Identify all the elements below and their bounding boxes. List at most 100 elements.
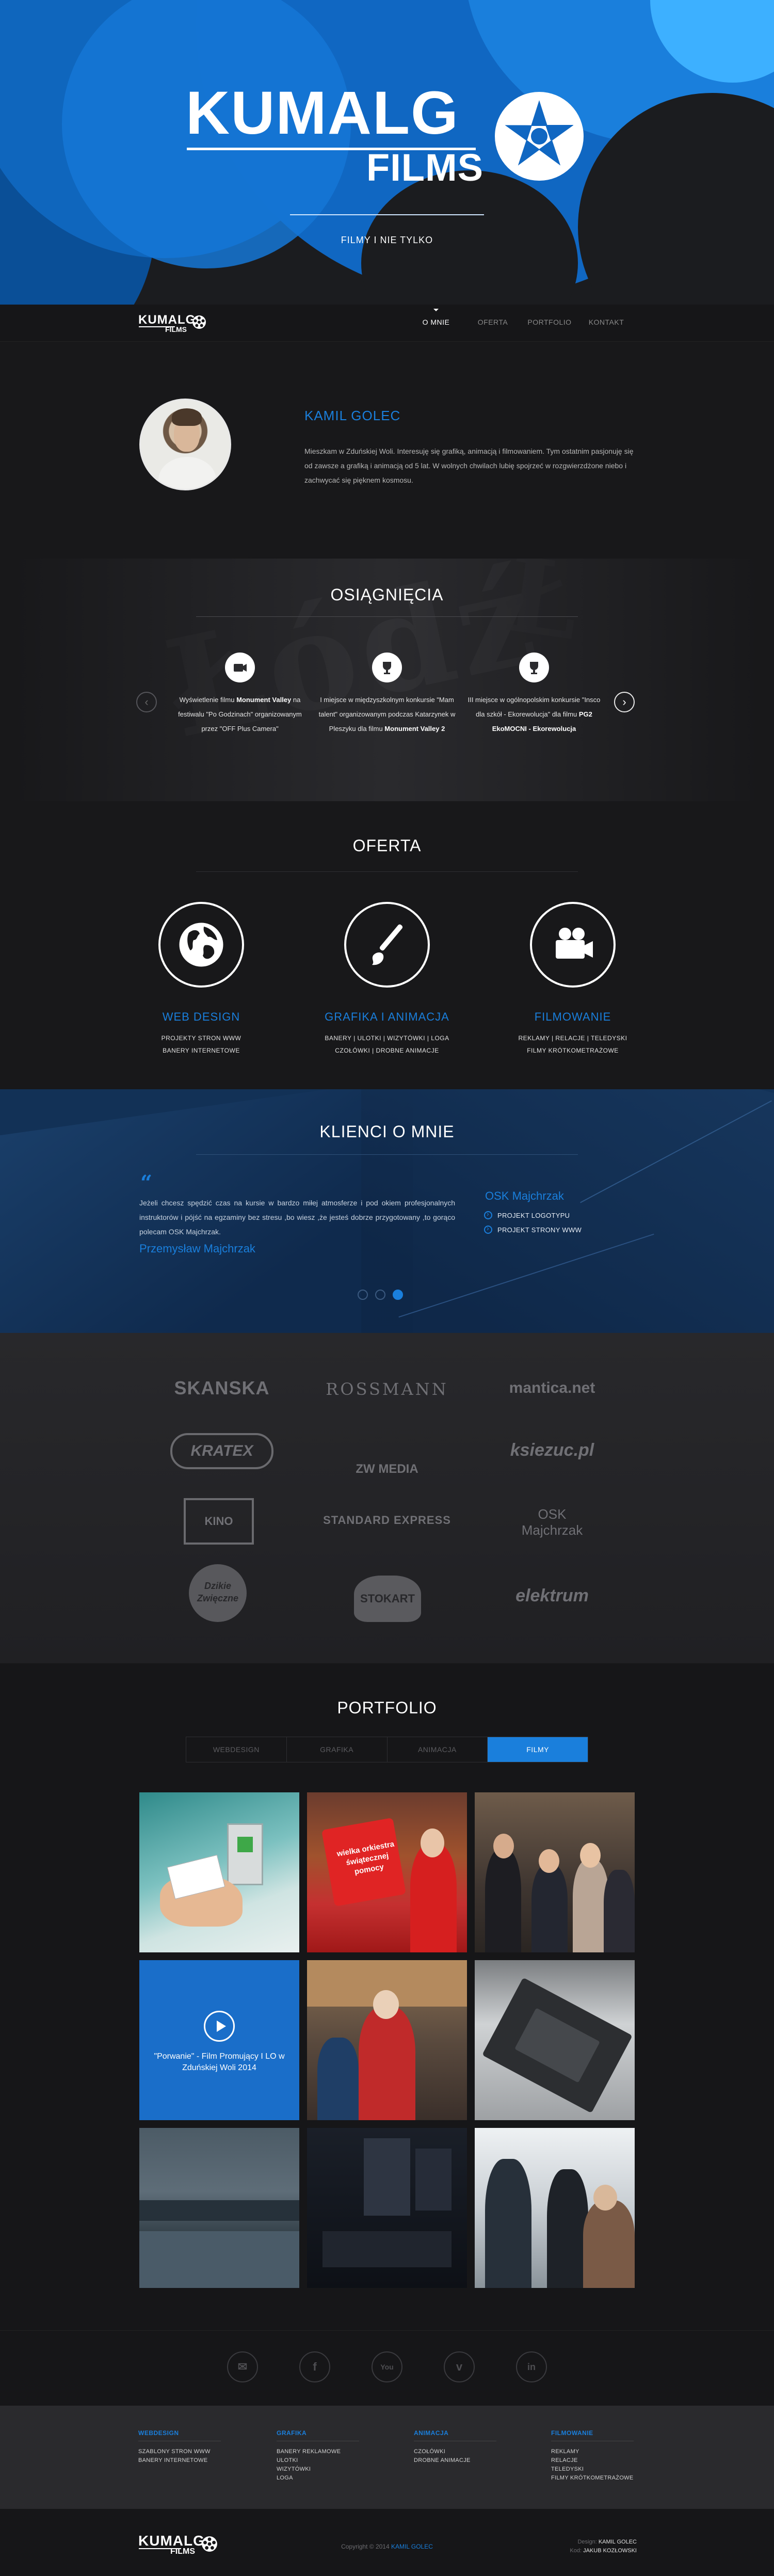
hero-banner: KUMALG FILMS FILMY I NIE TYLKO: [0, 0, 774, 305]
globe-icon: [158, 902, 244, 988]
achievement-item: Wyświetlenie filmu Monument Valley na fe…: [170, 653, 310, 736]
client-logo-dzikie: Dzikie Zwięczne: [189, 1564, 247, 1622]
nav-item-oferta[interactable]: OFERTA: [464, 318, 521, 326]
avatar: [139, 399, 231, 490]
footer-link[interactable]: RELACJE: [551, 2456, 665, 2465]
film-reel-icon: [192, 315, 206, 329]
tagline: FILMY I NIE TYLKO: [341, 235, 433, 245]
portfolio-featured-item[interactable]: "Porwanie" - Film Promujący I LO w Zduńs…: [139, 1960, 299, 2120]
client-project-label: PROJEKT LOGOTYPU: [497, 1211, 570, 1219]
trophy-icon: [372, 653, 402, 682]
client-logo-stokart: STOKART: [354, 1576, 421, 1622]
portfolio-item-title: "Porwanie" - Film Promujący I LO w Zduńs…: [154, 2052, 285, 2072]
achievements-section: Łódź Ł OSIĄGNIĘCIA ‹ › Wyświetlenie film…: [0, 559, 774, 801]
credits-label: Design:: [577, 2539, 597, 2545]
footer-link[interactable]: LOGA: [277, 2474, 390, 2483]
tab-animacja[interactable]: ANIMACJA: [388, 1737, 488, 1762]
client-logo-skanska: SKANSKA: [174, 1377, 270, 1398]
slider-dot[interactable]: [375, 1290, 385, 1300]
offer-item-web-design[interactable]: WEB DESIGN PROJEKTY STRON WWW BANERY INTE…: [124, 902, 279, 1057]
mail-icon[interactable]: ✉: [227, 2351, 258, 2382]
offer-item-desc: BANERY | ULOTKI | WIZYTÓWKI | LOGA: [325, 1035, 449, 1042]
footer-column-title: ANIMACJA: [414, 2429, 496, 2441]
portfolio-tabs: WEBDESIGN GRAFIKA ANIMACJA FILMY: [186, 1737, 588, 1762]
copyright: Copyright © 2014 KAMIL GOLEC: [0, 2543, 774, 2550]
slider-dots: [358, 1290, 410, 1300]
footer-column-title: FILMOWANIE: [551, 2429, 634, 2441]
nav-menu: O MNIE OFERTA PORTFOLIO KONTAKT: [408, 309, 635, 326]
portfolio-item[interactable]: [139, 2128, 299, 2288]
footer-link[interactable]: REKLAMY: [551, 2447, 665, 2456]
client-logo-elektrum: elektrum: [515, 1586, 589, 1605]
slider-dot[interactable]: [358, 1290, 368, 1300]
footer-column-title: WEBDESIGN: [138, 2429, 221, 2441]
offer-item-graphics[interactable]: GRAFIKA I ANIMACJA BANERY | ULOTKI | WIZ…: [310, 902, 464, 1057]
footer-link[interactable]: WIZYTÓWKI: [277, 2465, 390, 2474]
carousel-next-button[interactable]: ›: [614, 692, 635, 712]
portfolio-item[interactable]: [307, 2128, 467, 2288]
trophy-icon: [519, 653, 549, 682]
footer-link[interactable]: BANERY REKLAMOWE: [277, 2447, 390, 2456]
linkedin-icon[interactable]: in: [516, 2351, 547, 2382]
client-project-item[interactable]: PROJEKT STRONY WWW: [484, 1224, 582, 1234]
offer-item-filming[interactable]: FILMOWANIE REKLAMY | RELACJE | TELEDYSKI…: [495, 902, 650, 1057]
vimeo-icon[interactable]: v: [444, 2351, 475, 2382]
nav-logo[interactable]: KUMALG FILMS: [138, 313, 211, 333]
credits-name: KAMIL GOLEC: [598, 2539, 637, 2545]
portfolio-item[interactable]: [475, 1960, 635, 2120]
chevron-right-icon: [484, 1210, 492, 1219]
client-logo-standard-express: STANDARD EXPRESS: [323, 1514, 451, 1526]
about-section: KAMIL GOLEC Mieszkam w Zduńskiej Woli. I…: [0, 342, 774, 559]
testimonial-author: Przemysław Majchrzak: [139, 1242, 255, 1255]
copyright-text: Copyright © 2014: [341, 2543, 390, 2550]
play-icon[interactable]: [204, 2011, 235, 2042]
credits-name: JAKUB KOZŁOWSKI: [583, 2548, 637, 2554]
portfolio-section: PORTFOLIO WEBDESIGN GRAFIKA ANIMACJA FIL…: [0, 1663, 774, 2330]
client-project-label: PROJEKT STRONY WWW: [497, 1226, 582, 1234]
portfolio-item[interactable]: [307, 1960, 467, 2120]
portfolio-item[interactable]: wielka orkiestra świątecznej pomocy: [307, 1792, 467, 1952]
testimonial-quote: Jeżeli chcesz spędzić czas na kursie w b…: [139, 1199, 455, 1236]
offer-title: OFERTA: [352, 836, 422, 855]
chevron-left-icon: ‹: [144, 695, 149, 708]
achievement-item: III miejsce w ogólnopolskim konkursie "I…: [464, 653, 604, 736]
footer-link[interactable]: ULOTKI: [277, 2456, 390, 2465]
social-links: ✉ f You v in: [0, 2330, 774, 2406]
nav-item-portfolio[interactable]: PORTFOLIO: [521, 318, 578, 326]
carousel-prev-button[interactable]: ‹: [136, 692, 157, 712]
youtube-icon[interactable]: You: [372, 2351, 402, 2382]
offer-section: OFERTA WEB DESIGN PROJEKTY STRON WWW BANE…: [0, 801, 774, 1089]
tab-grafika[interactable]: GRAFIKA: [287, 1737, 388, 1762]
tab-webdesign[interactable]: WEBDESIGN: [186, 1737, 287, 1762]
copyright-name[interactable]: KAMIL GOLEC: [391, 2543, 433, 2550]
offer-item-title: GRAFIKA I ANIMACJA: [325, 1010, 449, 1023]
client-logos-section: SKANSKA ROSSMANN mantica.net KRATEX ZW M…: [0, 1333, 774, 1663]
slider-dot-active[interactable]: [393, 1290, 403, 1300]
brand-logo: KUMALG FILMS: [186, 83, 588, 187]
footer-link[interactable]: CZOŁÓWKI: [414, 2447, 527, 2456]
footer-link[interactable]: FILMY KRÓTKOMETRAŻOWE: [551, 2474, 665, 2483]
footer-column-grafika: GRAFIKA BANERY REKLAMOWE ULOTKI WIZYTÓWK…: [277, 2429, 390, 2483]
footer-link[interactable]: DROBNE ANIMACJE: [414, 2456, 527, 2465]
offer-item-desc: CZOŁÓWKI | DROBNE ANIMACJE: [335, 1047, 439, 1054]
client-logo-zw-media: ZW MEDIA: [356, 1462, 418, 1476]
footer-link[interactable]: TELEDYSKI: [551, 2465, 665, 2474]
nav-item-o-mnie[interactable]: O MNIE: [408, 309, 464, 326]
testimonials-title: KLIENCI O MNIE: [319, 1122, 455, 1141]
portfolio-title: PORTFOLIO: [337, 1698, 437, 1717]
portfolio-item[interactable]: [139, 1792, 299, 1952]
portfolio-item[interactable]: [475, 1792, 635, 1952]
camera-icon: [530, 902, 616, 988]
client-logo-kino: KINO: [184, 1498, 254, 1545]
client-project-item[interactable]: PROJEKT LOGOTYPU: [484, 1210, 570, 1219]
chevron-right-icon: ›: [622, 695, 626, 708]
facebook-icon[interactable]: f: [299, 2351, 330, 2382]
nav-item-kontakt[interactable]: KONTAKT: [578, 318, 635, 326]
tab-filmy[interactable]: FILMY: [488, 1737, 588, 1762]
client-logo-rossmann: ROSSMANN: [326, 1379, 448, 1399]
film-icon: [225, 653, 255, 682]
footer-link[interactable]: BANERY INTERNETOWE: [138, 2456, 252, 2465]
portfolio-item[interactable]: [475, 2128, 635, 2288]
footer-link[interactable]: SZABLONY STRON WWW: [138, 2447, 252, 2456]
offer-item-desc: REKLAMY | RELACJE | TELEDYSKI: [518, 1035, 627, 1042]
